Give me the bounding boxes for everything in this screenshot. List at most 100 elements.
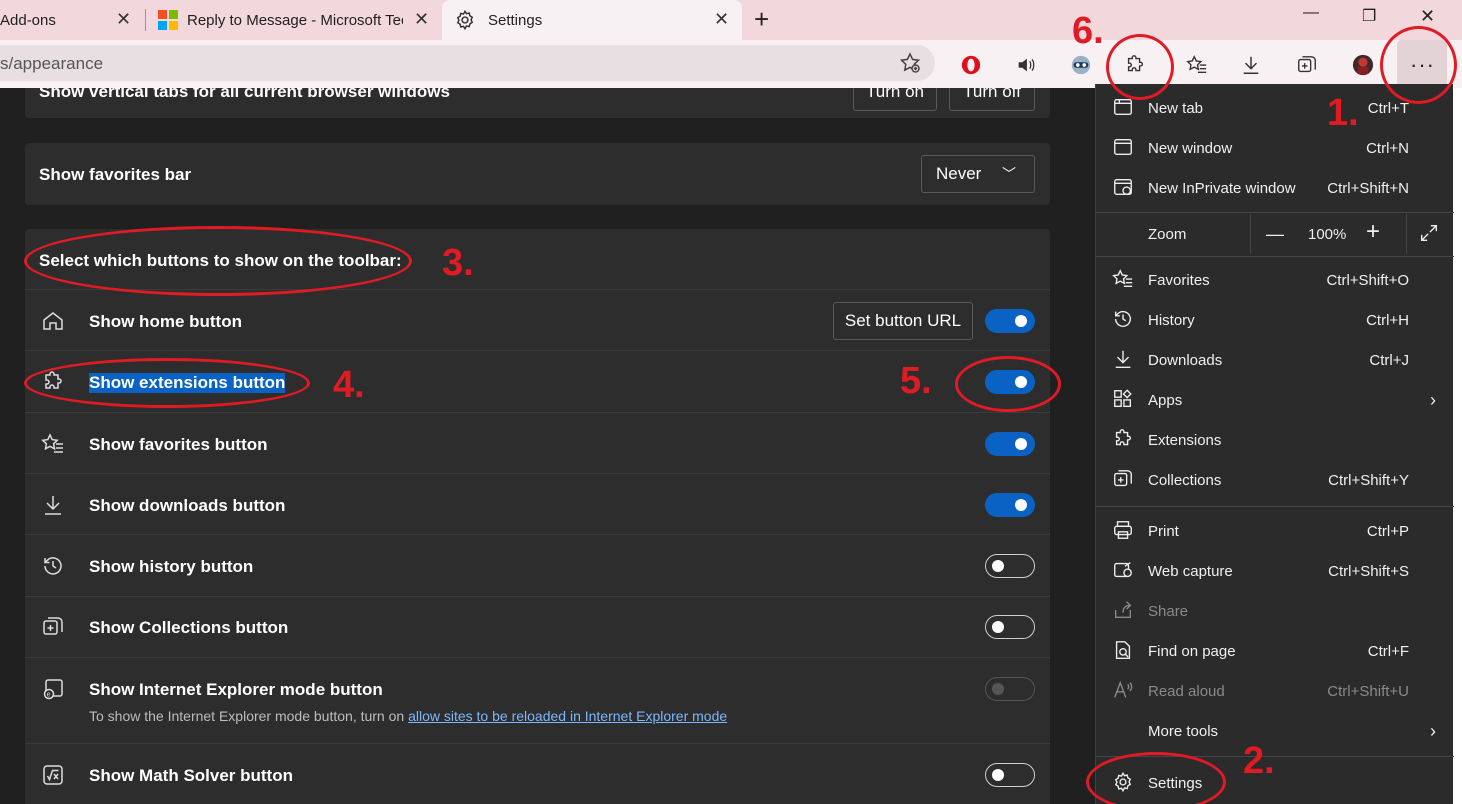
vertical-tabs-card: Show vertical tabs for all current brows… (25, 88, 1050, 118)
menu-item-more-tools[interactable]: More tools › (1096, 711, 1454, 751)
apps-icon (1112, 388, 1136, 412)
show-ie-mode-button-label: Show Internet Explorer mode button (89, 680, 383, 699)
minimize-icon[interactable]: — (1303, 4, 1319, 22)
menu-item-shortcut: Ctrl+Shift+U (1327, 682, 1409, 700)
history-button-toggle[interactable] (985, 554, 1035, 578)
menu-item-shortcut: Ctrl+Shift+O (1326, 271, 1409, 289)
add-favorite-icon[interactable] (898, 51, 922, 80)
annotation-circle-more-button (1380, 26, 1457, 104)
history-icon (1112, 308, 1136, 332)
tab-separator (145, 9, 146, 31)
menu-item-downloads[interactable]: Downloads Ctrl+J (1096, 340, 1454, 380)
favorites-button-toggle[interactable] (985, 432, 1035, 456)
tab-add-ons[interactable]: Add-ons ✕ (0, 0, 140, 40)
menu-item-shortcut: Ctrl+Shift+S (1328, 562, 1409, 580)
show-history-button-label: Show history button (89, 557, 254, 576)
math-solver-icon (41, 763, 65, 787)
menu-item-shortcut: Ctrl+P (1366, 522, 1409, 540)
math-solver-button-toggle[interactable] (985, 763, 1035, 787)
menu-item-shortcut: Ctrl+N (1366, 139, 1409, 157)
turn-on-button[interactable]: Turn on (853, 88, 937, 111)
menu-item-new-window[interactable]: New window Ctrl+N (1096, 128, 1454, 168)
show-downloads-button-label: Show downloads button (89, 496, 286, 515)
menu-item-apps[interactable]: Apps › (1096, 380, 1454, 420)
tab-settings[interactable]: Settings ✕ (442, 0, 742, 40)
menu-item-label: Share (1148, 602, 1189, 620)
menu-item-label: Favorites (1148, 271, 1210, 289)
menu-divider (1096, 256, 1454, 257)
new-tab-icon (1112, 96, 1136, 120)
set-button-url-button[interactable]: Set button URL (833, 302, 973, 340)
menu-item-favorites[interactable]: Favorites Ctrl+Shift+O (1096, 260, 1454, 300)
fullscreen-icon[interactable] (1418, 222, 1440, 249)
menu-item-print[interactable]: Print Ctrl+P (1096, 511, 1454, 551)
favorites-icon (1112, 268, 1136, 292)
menu-item-collections[interactable]: Collections Ctrl+Shift+Y (1096, 460, 1454, 500)
menu-item-find-on-page[interactable]: Find on page Ctrl+F (1096, 631, 1454, 671)
opera-extension-icon[interactable] (958, 52, 984, 78)
downloads-button-toggle[interactable] (985, 493, 1035, 517)
annotation-circle-extensions-label (24, 358, 310, 408)
menu-item-history[interactable]: History Ctrl+H (1096, 300, 1454, 340)
annotation-number-1: 1. (1327, 92, 1359, 134)
show-math-solver-button-label: Show Math Solver button (89, 766, 293, 785)
show-collections-button-label: Show Collections button (89, 618, 289, 637)
new-tab-icon[interactable]: + (754, 4, 769, 35)
menu-item-shortcut: Ctrl+F (1367, 642, 1409, 660)
window-close-icon[interactable]: ✕ (1420, 6, 1435, 27)
downloads-icon[interactable] (1238, 52, 1264, 78)
puzzle-icon (1112, 428, 1136, 452)
menu-item-extensions[interactable]: Extensions (1096, 420, 1454, 460)
favorites-bar-select[interactable]: Never ﹀ (921, 155, 1035, 193)
vertical-tabs-label: Show vertical tabs for all current brows… (39, 88, 450, 101)
maximize-icon[interactable]: ❐ (1362, 6, 1376, 26)
speaker-extension-icon[interactable] (1013, 52, 1039, 78)
profile-avatar[interactable] (1350, 52, 1376, 78)
menu-item-share[interactable]: Share (1096, 591, 1454, 631)
zoom-divider (1250, 214, 1251, 254)
menu-item-new-inprivate-window[interactable]: New InPrivate window Ctrl+Shift+N (1096, 168, 1454, 208)
collections-icon (41, 615, 65, 639)
menu-item-read-aloud[interactable]: Read aloud Ctrl+Shift+U (1096, 671, 1454, 711)
menu-divider (1096, 212, 1454, 213)
ie-mode-settings-link[interactable]: allow sites to be reloaded in Internet E… (408, 708, 727, 724)
menu-item-zoom: Zoom — 100% + (1096, 214, 1454, 254)
tab-strip: Add-ons ✕ Reply to Message - Microsoft T… (0, 0, 1462, 40)
window-icon (1112, 136, 1136, 160)
close-icon[interactable]: ✕ (116, 9, 131, 30)
favorites-icon[interactable] (1184, 52, 1210, 78)
zoom-value: 100% (1308, 225, 1347, 243)
zoom-in-button[interactable]: + (1366, 218, 1380, 246)
share-icon (1112, 599, 1136, 623)
collections-button-toggle[interactable] (985, 615, 1035, 639)
annotation-circle-extensions-icon (1106, 34, 1174, 100)
menu-item-label: Find on page (1148, 642, 1236, 660)
svg-text:e: e (47, 692, 51, 699)
annotation-number-3: 3. (442, 242, 474, 284)
home-button-toggle[interactable] (985, 309, 1035, 333)
row-divider (25, 657, 1050, 658)
ie-mode-button-toggle[interactable] (985, 677, 1035, 701)
collections-icon[interactable] (1294, 52, 1320, 78)
turn-off-button[interactable]: Turn off (949, 88, 1035, 111)
zoom-divider (1406, 214, 1407, 254)
close-icon[interactable]: ✕ (414, 9, 429, 30)
menu-item-label: Print (1148, 522, 1179, 540)
url-text: s/appearance (0, 54, 104, 73)
mask-extension-icon[interactable] (1068, 52, 1094, 78)
ie-mode-icon: e (41, 677, 65, 701)
address-bar[interactable]: s/appearance (0, 45, 935, 81)
ie-mode-note-text: To show the Internet Explorer mode butto… (89, 708, 409, 724)
zoom-label: Zoom (1148, 225, 1187, 243)
zoom-out-button[interactable]: — (1266, 224, 1284, 245)
tab-title: Reply to Message - Microsoft Tec (187, 11, 403, 29)
close-icon[interactable]: ✕ (714, 9, 729, 30)
web-capture-icon (1112, 559, 1136, 583)
find-icon (1112, 639, 1136, 663)
chevron-right-icon: › (1430, 720, 1436, 741)
menu-item-web-capture[interactable]: Web capture Ctrl+Shift+S (1096, 551, 1454, 591)
gear-icon (454, 9, 476, 31)
row-divider (25, 412, 1050, 413)
tab-reply-to-message[interactable]: Reply to Message - Microsoft Tec ✕ (158, 0, 438, 40)
annotation-number-5: 5. (900, 360, 932, 402)
